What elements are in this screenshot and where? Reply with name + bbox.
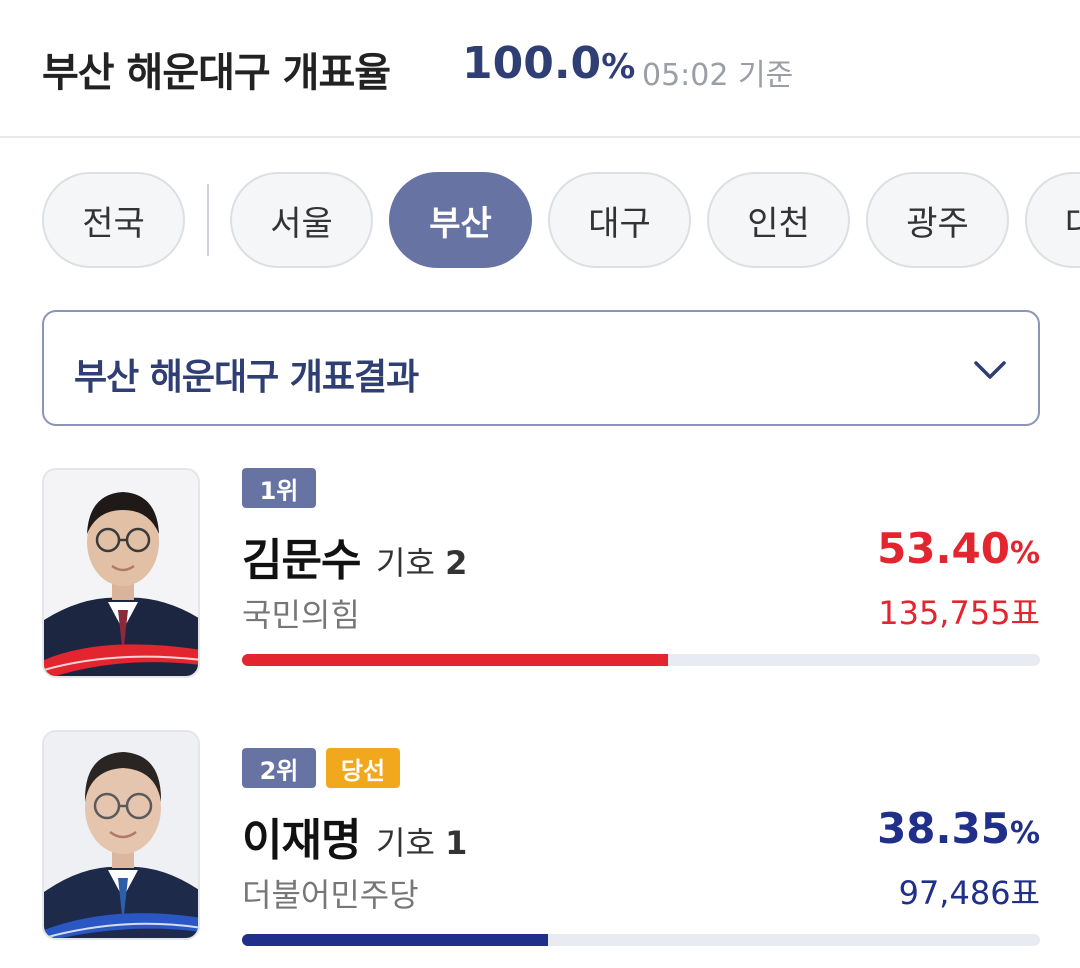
candidate-votes: 97,486표 (898, 874, 1040, 912)
page-header: 부산 해운대구 개표율 100.0% 05:02 기준 (0, 0, 1080, 138)
winner-badge: 당선 (326, 748, 400, 788)
candidate-number-prefix: 기호 (376, 824, 435, 862)
rank-badge: 2위 (242, 748, 316, 788)
candidate-number: 기호 1 (376, 818, 467, 864)
candidate-number-prefix: 기호 (376, 544, 435, 582)
candidate-party: 국민의힘 (242, 596, 360, 634)
candidate-percent-unit: % (1009, 816, 1040, 851)
candidate-photo (42, 730, 200, 940)
tab-gwangju[interactable]: 광주 (866, 172, 1009, 268)
count-rate: 100.0% (462, 38, 635, 89)
district-select[interactable]: 부산 해운대구 개표결과 (42, 310, 1040, 426)
count-rate-value: 100.0 (462, 38, 602, 89)
district-select-label: 부산 해운대구 개표결과 (74, 357, 419, 398)
candidate-number-value: 2 (445, 544, 468, 582)
tab-daejeon[interactable]: 대 (1025, 172, 1080, 268)
vote-share-bar (242, 934, 1040, 946)
vote-share-fill (242, 934, 549, 946)
tab-divider (207, 184, 209, 256)
candidate-row[interactable]: 2위 당선 이재명 기호 1 더불어민주당 38.35% 97,486표 (0, 730, 1080, 968)
candidate-percent-unit: % (1009, 536, 1040, 571)
count-rate-unit: % (601, 47, 636, 87)
candidate-number: 기호 2 (376, 538, 467, 584)
chevron-down-icon (974, 361, 1006, 379)
region-tabs: 전국 서울 부산 대구 인천 광주 대 (0, 172, 1080, 268)
candidate-name: 이재명 (242, 815, 361, 866)
candidate-row[interactable]: 1위 김문수 기호 2 국민의힘 53.40% 135,755표 (0, 468, 1080, 708)
candidate-name: 김문수 (242, 535, 361, 586)
candidate-percent-value: 53.40 (877, 524, 1010, 573)
vote-share-bar (242, 654, 1040, 666)
tab-daegu[interactable]: 대구 (548, 172, 691, 268)
candidate-number-value: 1 (445, 824, 468, 862)
tab-busan[interactable]: 부산 (389, 172, 532, 268)
candidate-percent: 38.35% (877, 804, 1040, 853)
rank-badge: 1위 (242, 468, 316, 508)
tab-incheon[interactable]: 인천 (707, 172, 850, 268)
update-time: 05:02 기준 (642, 58, 794, 93)
candidate-percent: 53.40% (877, 524, 1040, 573)
page-title: 부산 해운대구 개표율 (42, 50, 391, 96)
candidate-photo (42, 468, 200, 678)
tab-national[interactable]: 전국 (42, 172, 185, 268)
tab-seoul[interactable]: 서울 (230, 172, 373, 268)
candidate-votes: 135,755표 (878, 594, 1040, 632)
candidate-party: 더불어민주당 (242, 876, 419, 914)
vote-share-fill (242, 654, 669, 666)
candidate-percent-value: 38.35 (877, 804, 1010, 853)
